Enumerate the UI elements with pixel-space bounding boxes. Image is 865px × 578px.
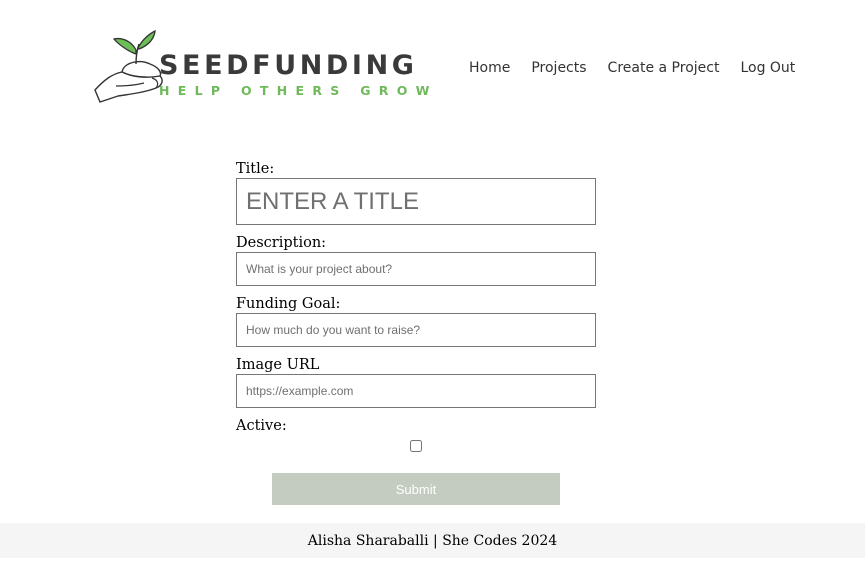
create-project-form: Title: Description: Funding Goal: Image … (236, 161, 596, 452)
brand-logo[interactable]: SEEDFUNDING HELP OTHERS GROW (92, 28, 429, 106)
nav-link-log-out[interactable]: Log Out (740, 60, 795, 76)
description-label: Description: (236, 235, 327, 251)
site-header: SEEDFUNDING HELP OTHERS GROW Home Projec… (0, 0, 865, 120)
nav-link-home[interactable]: Home (469, 60, 510, 76)
nav-link-create-project[interactable]: Create a Project (608, 60, 720, 76)
description-input[interactable] (236, 252, 596, 286)
submit-button[interactable]: Submit (272, 473, 560, 505)
main-nav: Home Projects Create a Project Log Out (469, 60, 795, 76)
image-url-input[interactable] (236, 374, 596, 408)
active-checkbox[interactable] (410, 440, 422, 452)
title-label: Title: (236, 161, 275, 177)
funding-goal-label: Funding Goal: (236, 296, 341, 312)
nav-link-projects[interactable]: Projects (531, 60, 586, 76)
site-footer: Alisha Sharaballi | She Codes 2024 (0, 523, 865, 558)
brand-tagline: HELP OTHERS GROW (159, 83, 438, 98)
image-url-label: Image URL (236, 357, 320, 373)
title-input[interactable] (236, 178, 596, 225)
funding-goal-input[interactable] (236, 313, 596, 347)
active-checkbox-row (236, 440, 596, 452)
footer-text: Alisha Sharaballi | She Codes 2024 (307, 532, 558, 549)
brand-name: SEEDFUNDING (159, 50, 418, 81)
active-label: Active: (236, 418, 287, 434)
